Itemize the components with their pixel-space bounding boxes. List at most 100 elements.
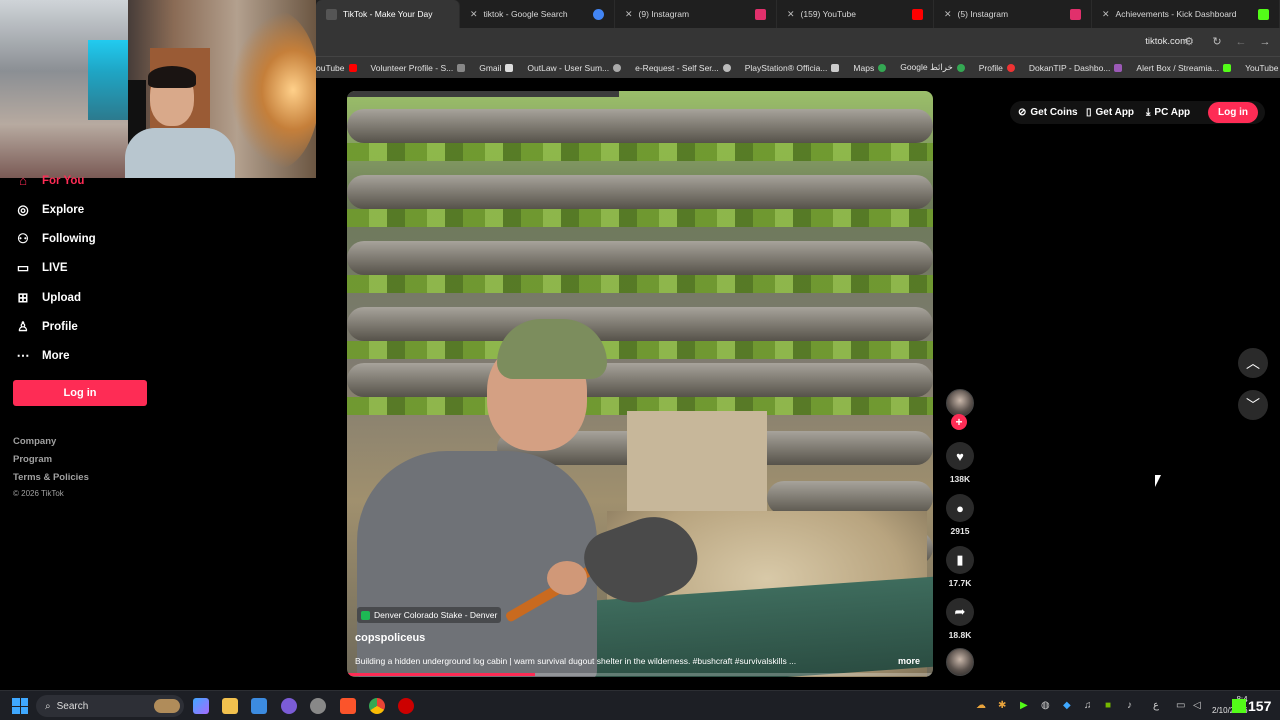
close-icon[interactable]: ✕ — [1102, 9, 1110, 20]
forward-icon[interactable]: → — [1258, 35, 1272, 49]
bookmark-label: Profile — [978, 62, 1003, 73]
bookmark-item[interactable]: PlayStation® Officia... — [745, 63, 840, 73]
language-icon[interactable]: ع — [1153, 700, 1159, 711]
footer-link-terms[interactable]: Terms & Policies — [13, 472, 89, 483]
file-explorer-icon[interactable] — [222, 698, 238, 714]
location-chip[interactable]: Denver Colorado Stake - Denver — [357, 607, 502, 623]
coin-icon: ⊘ — [1018, 107, 1027, 118]
bookmark-item[interactable]: Gmail — [479, 63, 514, 73]
tab-label: (5) Instagram — [957, 9, 1009, 19]
share-button[interactable]: ➦ 18.8K — [945, 598, 975, 640]
network-icon[interactable]: ▭ — [1176, 700, 1185, 711]
footer-link-company[interactable]: Company — [13, 436, 56, 447]
chrome-icon[interactable] — [369, 698, 385, 714]
back-icon[interactable]: ← — [1234, 35, 1248, 49]
tiktok-favicon-icon — [326, 8, 337, 20]
brave-icon[interactable] — [340, 698, 356, 714]
maps-icon — [956, 63, 965, 72]
tab-instagram-2[interactable]: ✕ (5) Instagram — [934, 0, 1092, 28]
get-coins-button[interactable]: ⊘ Get Coins — [1018, 101, 1078, 124]
sidebar-item-upload[interactable]: ⊞ Upload — [15, 290, 81, 306]
obs-icon[interactable] — [398, 698, 414, 714]
tab-kick[interactable]: ✕ Achievements - Kick Dashboard — [1092, 0, 1280, 28]
next-video-button[interactable]: ﹀ — [1238, 390, 1268, 420]
person-icon: ♙ — [17, 319, 29, 334]
tab-google-search[interactable]: ✕ tiktok - Google Search — [460, 0, 615, 28]
sidebar-item-profile[interactable]: ♙ Profile — [15, 319, 78, 335]
streamer-hair — [148, 66, 196, 88]
tab-youtube[interactable]: ✕ (159) YouTube — [777, 0, 934, 28]
video-author[interactable]: copspoliceus — [355, 632, 425, 644]
sidebar-item-live[interactable]: ▭ LIVE — [15, 260, 68, 276]
get-app-button[interactable]: ▯ Get App — [1086, 101, 1134, 124]
tray-app-icon[interactable]: ◆ — [1063, 700, 1071, 711]
bookmark-favicon-icon — [1114, 63, 1123, 72]
taskbar-search[interactable]: ⌕ Search — [36, 695, 184, 717]
like-button[interactable]: ♥ 138K — [945, 442, 975, 484]
close-icon[interactable]: ✕ — [787, 9, 795, 20]
pc-app-button[interactable]: ⤓ PC App — [1146, 101, 1190, 124]
sidebar-item-following[interactable]: ⚇ Following — [15, 231, 95, 247]
close-icon[interactable]: ✕ — [944, 9, 952, 20]
discord-icon[interactable] — [281, 698, 297, 714]
bookmark-item[interactable]: Alert Box / Streamia... — [1136, 63, 1232, 73]
upload-icon: ⊞ — [17, 290, 29, 305]
bookmark-item[interactable]: Volunteer Profile - S... — [371, 63, 466, 73]
sidebar-login-button[interactable]: Log in — [13, 380, 147, 406]
video-player[interactable]: Denver Colorado Stake - Denver copspolic… — [347, 91, 933, 677]
bookmark-favicon-icon — [613, 63, 622, 72]
log — [347, 307, 933, 341]
store-icon[interactable] — [251, 698, 267, 714]
reload-icon[interactable]: ↻ — [1210, 35, 1224, 49]
header-login-button[interactable]: Log in — [1208, 102, 1258, 123]
location-label: Denver Colorado Stake - Denver — [374, 610, 498, 620]
microphone-icon[interactable]: ♪ — [1127, 700, 1132, 711]
sidebar-item-more[interactable]: ⋯ More — [15, 348, 70, 364]
windows-start-icon[interactable] — [12, 698, 28, 714]
bookmark-item[interactable]: DokanTIP - Dashbo... — [1029, 63, 1123, 73]
headset-icon[interactable]: ♫ — [1084, 700, 1092, 711]
bookmark-item[interactable]: Maps — [853, 63, 887, 73]
volume-icon[interactable]: ◁ — [1193, 700, 1201, 711]
pc-app-label: PC App — [1154, 107, 1191, 118]
caption-more-link[interactable]: more — [898, 656, 920, 666]
tab-tiktok[interactable]: TikTok - Make Your Day — [316, 0, 460, 28]
bookmark-item[interactable]: Profile — [979, 63, 1015, 73]
mouse-cursor-icon — [1155, 475, 1161, 487]
sound-avatar — [946, 648, 974, 676]
save-button[interactable]: ▮ 17.7K — [945, 546, 975, 588]
tab-label: tiktok - Google Search — [483, 9, 568, 19]
bookmark-icon: ▮ — [946, 546, 974, 574]
tab-instagram-1[interactable]: ✕ (9) Instagram — [615, 0, 777, 28]
app-icon[interactable] — [310, 698, 326, 714]
bookmark-label: e-Request - Self Ser... — [635, 62, 719, 73]
previous-video-button[interactable]: ︿ — [1238, 348, 1268, 378]
instagram-favicon-icon — [1070, 8, 1081, 20]
creator-avatar-button[interactable] — [945, 389, 975, 417]
bookmark-item[interactable]: OutLaw - User Sum... — [527, 63, 622, 73]
chevron-down-icon: ﹀ — [1246, 397, 1260, 413]
cloud-icon[interactable]: ☁ — [976, 700, 986, 711]
comment-button[interactable]: ● 2915 — [945, 494, 975, 536]
bookmark-item[interactable]: Google خرائط — [900, 62, 965, 73]
sound-avatar-button[interactable] — [945, 648, 975, 676]
close-icon[interactable]: ✕ — [625, 9, 633, 20]
bookmark-item[interactable]: YouTube — [1245, 63, 1280, 73]
webcam-overlay — [0, 0, 316, 178]
close-icon[interactable]: ✕ — [470, 9, 478, 20]
sidebar-item-explore[interactable]: ◎ Explore — [15, 202, 84, 218]
play-icon[interactable]: ▶ — [1020, 700, 1028, 711]
copilot-icon[interactable] — [193, 698, 209, 714]
sidebar-item-for-you[interactable]: ⌂ For You — [15, 173, 84, 189]
follow-plus-button[interactable]: + — [951, 414, 967, 430]
bookmark-item[interactable]: e-Request - Self Ser... — [635, 63, 731, 73]
tab-label: (9) Instagram — [638, 9, 690, 19]
tray-app-icon[interactable]: ◍ — [1041, 700, 1050, 711]
tray-app-icon[interactable]: ✱ — [998, 700, 1006, 711]
bookmark-item[interactable]: ouTube — [316, 63, 357, 73]
footer-link-program[interactable]: Program — [13, 454, 52, 465]
log — [347, 363, 933, 397]
nvidia-icon[interactable]: ■ — [1105, 700, 1111, 711]
site-settings-icon[interactable]: ⚙ — [1182, 35, 1196, 49]
search-icon: ⌕ — [45, 700, 51, 712]
